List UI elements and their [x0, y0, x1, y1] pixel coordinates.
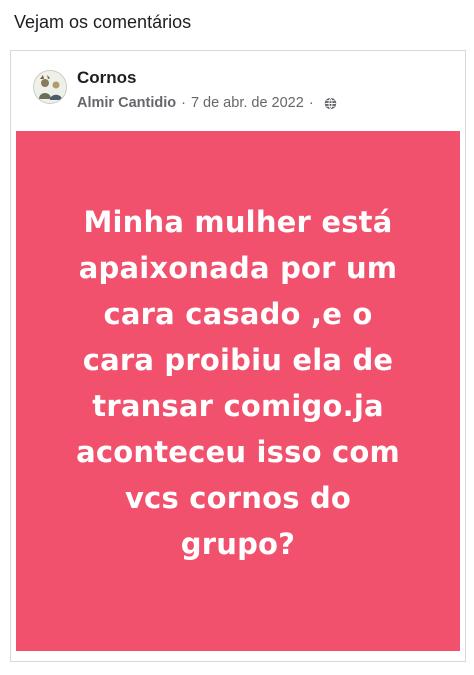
- meta-separator-2: ·: [308, 95, 314, 111]
- post-text-line: transar comigo.ja: [92, 389, 384, 423]
- post-header: Cornos Almir Cantidio · 7 de abr. de 202…: [11, 51, 465, 131]
- share-caption: Vejam os comentários: [14, 12, 192, 32]
- post-text-line: vcs cornos do: [124, 481, 352, 515]
- facebook-post-card: Cornos Almir Cantidio · 7 de abr. de 202…: [10, 50, 466, 662]
- globe-icon: [324, 97, 337, 110]
- post-text: Minha mulher está apaixonada por um cara…: [16, 199, 460, 567]
- group-avatar-icon[interactable]: [33, 70, 67, 104]
- post-text-line: Minha mulher está: [83, 205, 393, 239]
- post-text-line: cara proibiu ela de: [82, 343, 394, 377]
- post-text-line: cara casado ,e o: [103, 297, 373, 331]
- post-text-line: apaixonada por um: [78, 251, 398, 285]
- author-name-link[interactable]: Almir Cantidio: [77, 95, 176, 111]
- post-text-line: grupo?: [180, 527, 296, 561]
- group-name-link[interactable]: Cornos: [77, 68, 137, 88]
- meta-separator: ·: [181, 95, 186, 111]
- post-meta: Almir Cantidio · 7 de abr. de 2022 ·: [77, 95, 337, 111]
- post-background-panel: Minha mulher está apaixonada por um cara…: [16, 131, 460, 651]
- post-date-link[interactable]: 7 de abr. de 2022: [191, 95, 304, 111]
- post-text-line: aconteceu isso com: [76, 435, 400, 469]
